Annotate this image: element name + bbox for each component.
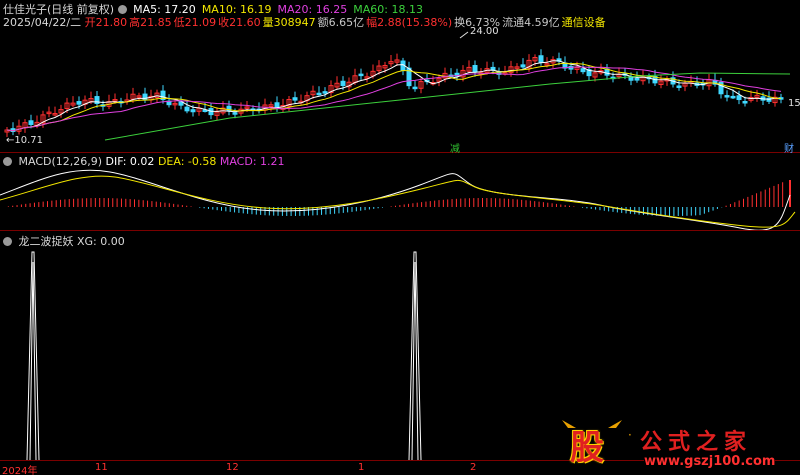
candle-body	[472, 65, 478, 73]
candle-body	[490, 66, 496, 71]
low-price-marker: ←10.71	[6, 135, 44, 146]
indicator-header: 龙二波捉妖 XG: 0.00	[3, 233, 125, 249]
high-price-marker: 24.00	[470, 26, 499, 37]
watermark-logo: 股	[562, 420, 622, 473]
candle-body	[520, 64, 526, 68]
stock-chart-window: 仕佳光子(日线 前复权) MA5: 17.20 MA10: 16.19 MA20: …	[0, 0, 800, 475]
candle-body	[340, 80, 346, 87]
macd-title: MACD(12,26,9)	[18, 155, 103, 168]
event-tag-reduce[interactable]: 减	[450, 140, 460, 155]
macd-dif-line	[0, 169, 791, 231]
candle-body	[292, 97, 298, 101]
candle-body	[676, 85, 682, 88]
candle-body	[28, 120, 34, 125]
ma20-line	[6, 66, 782, 132]
candle-body	[190, 109, 196, 113]
x-axis-label: 2	[470, 462, 477, 473]
candle-body	[322, 91, 328, 94]
macd-dea: DEA: -0.58	[157, 155, 217, 168]
candle-body	[580, 68, 586, 73]
indicator-xg: XG: 0.00	[77, 235, 125, 248]
x-axis-label: 11	[95, 462, 108, 473]
candle-body	[232, 112, 238, 115]
candle-body	[730, 95, 736, 99]
macd-dif: DIF: 0.02	[105, 155, 155, 168]
panel-divider	[0, 152, 800, 153]
candle-body	[76, 101, 82, 105]
macd-value: MACD: 1.21	[219, 155, 285, 168]
watermark-dots: ·	[628, 428, 632, 442]
x-axis-label: 2024年	[2, 466, 38, 475]
candle-body	[316, 92, 322, 96]
logo-char: 股	[570, 428, 604, 468]
ma5-line	[6, 60, 782, 132]
collapse-toggle-icon[interactable]	[3, 236, 12, 246]
candle-body	[736, 95, 742, 101]
watermark-url: www.gszj100.com	[644, 454, 776, 469]
panel-divider	[0, 230, 800, 231]
candle-body	[742, 101, 748, 104]
right-price-value: 15	[788, 98, 800, 109]
candle-body	[412, 86, 418, 90]
candle-body	[358, 73, 364, 77]
x-axis-label: 12	[226, 462, 239, 473]
macd-dea-line	[0, 175, 796, 228]
x-axis-label: 1	[358, 462, 365, 473]
collapse-toggle-icon[interactable]	[3, 156, 12, 166]
indicator-title: 龙二波捉妖	[18, 235, 74, 248]
watermark-brand: 公式之家	[640, 430, 753, 455]
event-tag-financial[interactable]: 财	[784, 140, 794, 155]
macd-header: MACD(12,26,9) DIF: 0.02 DEA: -0.58 MACD:…	[3, 155, 285, 168]
high-marker-line	[459, 31, 469, 39]
candle-body	[724, 95, 730, 98]
candle-body	[538, 55, 544, 63]
candle-body	[184, 106, 190, 112]
candle-body	[634, 77, 640, 81]
